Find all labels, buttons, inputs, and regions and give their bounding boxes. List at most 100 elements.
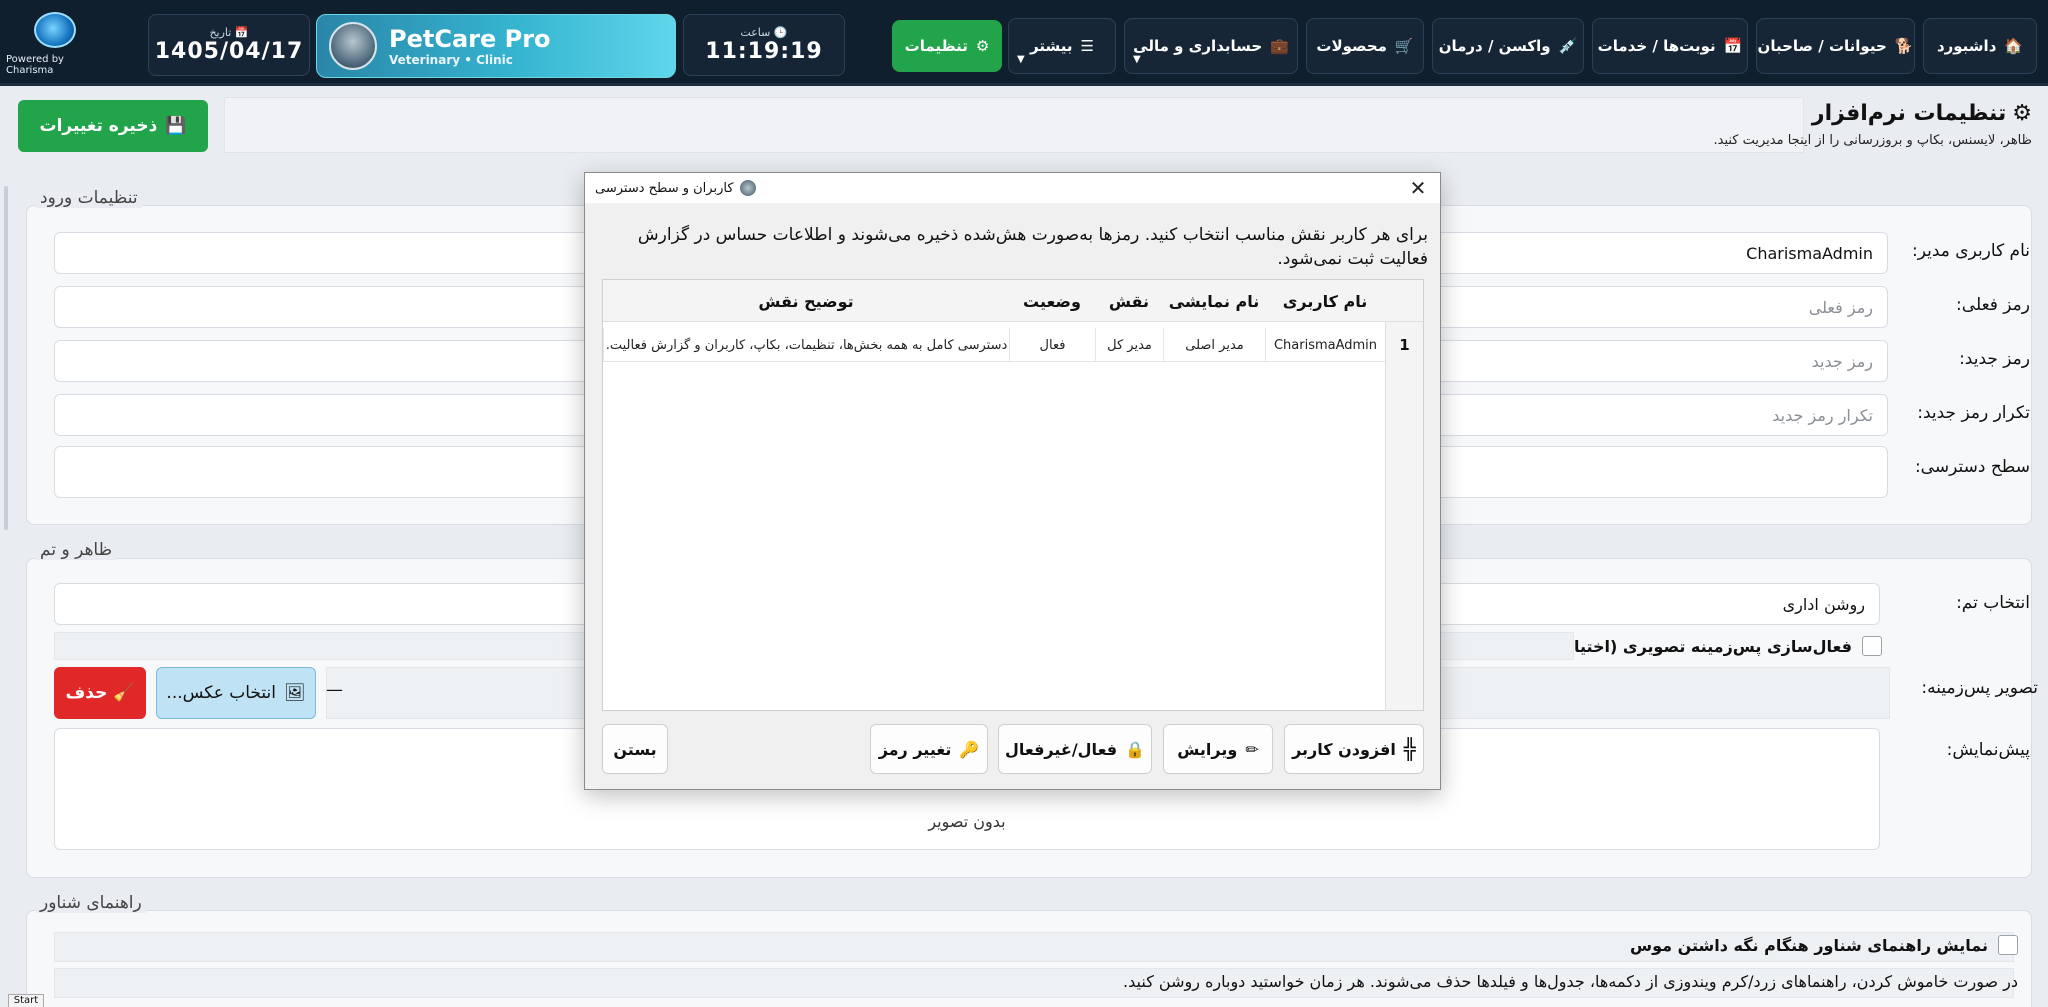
- page-subtitle: ظاهر، لایسنس، بکاپ و بروزرسانی را از این…: [1713, 133, 2033, 148]
- preview-label: پیش‌نمایش:: [1946, 740, 2030, 760]
- nav-label: داشبورد: [1936, 37, 1997, 55]
- calendar-icon: 📅: [1723, 37, 1743, 55]
- nav-appointments[interactable]: 📅 نوبت‌ها / خدمات: [1592, 18, 1748, 74]
- users-table[interactable]: نام کاربری نام نمایشی نقش وضعیت توضیح نق…: [602, 279, 1424, 711]
- change-password-button[interactable]: 🔑 تغییر رمز: [870, 724, 988, 774]
- nav-more[interactable]: ☰ بیشتر ▼: [1008, 18, 1116, 74]
- tooltip-toggle[interactable]: نمایش راهنمای شناور هنگام نگه داشتن موس: [1630, 935, 2018, 955]
- nav-animals-owners[interactable]: 🐕 حیوانات / صاحبان: [1756, 18, 1915, 74]
- row-number: 1: [1385, 328, 1423, 362]
- nav-label: حسابداری و مالی: [1133, 37, 1263, 55]
- bg-image-checkbox[interactable]: [1862, 636, 1882, 656]
- menu-icon: ☰: [1080, 37, 1094, 55]
- close-label: بستن: [613, 739, 657, 759]
- brand-subtitle: Veterinary • Clinic: [389, 53, 513, 67]
- nav-accounting[interactable]: 💼 حسابداری و مالی ▼: [1124, 18, 1298, 74]
- delete-label: حذف: [65, 683, 108, 703]
- preview-empty-text: بدون تصویر: [928, 811, 1006, 831]
- dialog-message: برای هر کاربر نقش مناسب انتخاب کنید. رمز…: [637, 225, 1428, 269]
- users-table-header: نام کاربری نام نمایشی نقش وضعیت توضیح نق…: [603, 280, 1423, 322]
- brand-title: PetCare Pro: [389, 25, 551, 53]
- theme-select-value: روشن اداری: [1782, 594, 1865, 614]
- bg-image-label: تصویر پس‌زمینه:: [1921, 678, 2038, 698]
- header-strip: [224, 97, 1804, 153]
- broom-icon: 🧹: [113, 683, 135, 703]
- close-dialog-button[interactable]: بستن: [602, 724, 668, 774]
- tooltip-toggle-label: نمایش راهنمای شناور هنگام نگه داشتن موس: [1630, 935, 1988, 955]
- key-icon: 🔑: [959, 739, 980, 759]
- tooltip-note: در صورت خاموش کردن، راهنماهای زرد/کرم وی…: [1123, 972, 2018, 991]
- chevron-down-icon: ▼: [1017, 54, 1025, 65]
- app-icon: [739, 180, 756, 196]
- page-scrollbar[interactable]: [4, 186, 8, 530]
- add-user-icon: ╬: [1403, 737, 1416, 761]
- close-icon[interactable]: ✕: [1406, 176, 1430, 200]
- nav-label: بیشتر: [1030, 37, 1073, 55]
- add-user-button[interactable]: ╬ افزودن کاربر: [1284, 724, 1424, 774]
- date-display: 📅 تاریخ 1405/04/17: [148, 14, 310, 76]
- bg-image-value: —: [326, 680, 343, 700]
- col-username[interactable]: نام کاربری: [1265, 280, 1385, 322]
- cell-username: CharismaAdmin: [1265, 328, 1385, 362]
- cell-status: فعال: [1009, 328, 1095, 362]
- row-header-column: [1385, 322, 1423, 710]
- col-display-name[interactable]: نام نمایشی: [1163, 280, 1265, 322]
- repeat-password-label: تکرار رمز جدید:: [1917, 403, 2030, 423]
- theme-legend: ظاهر و تم: [36, 540, 117, 560]
- cart-icon: 🛒: [1394, 37, 1414, 55]
- current-password-label: رمز فعلی:: [1956, 295, 2030, 315]
- table-row[interactable]: 1 CharismaAdmin مدیر اصلی مدیر کل فعال د…: [603, 328, 1423, 362]
- edit-user-button[interactable]: ✏ ویرایش: [1163, 724, 1273, 774]
- nav-products[interactable]: 🛒 محصولات: [1306, 18, 1424, 74]
- nav-label: واکسن / درمان: [1438, 37, 1551, 55]
- pick-image-label: انتخاب عکس...: [166, 683, 276, 703]
- new-password-label: رمز جدید:: [1959, 349, 2030, 369]
- toggle-active-button[interactable]: 🔒 فعال/غیرفعال: [998, 724, 1152, 774]
- clock-display: 🕒 ساعت 11:19:19: [683, 14, 845, 76]
- clock-value: 11:19:19: [705, 39, 823, 64]
- gear-icon: ⚙: [2012, 101, 2032, 126]
- powered-by: Powered by Charisma: [6, 12, 104, 76]
- save-label: ذخیره تغییرات: [39, 116, 158, 136]
- gear-icon: ⚙: [975, 37, 990, 55]
- start-button[interactable]: Start: [8, 994, 44, 1007]
- nav-label: محصولات: [1316, 37, 1387, 55]
- tooltip-legend: راهنمای شناور: [36, 893, 146, 913]
- pencil-icon: ✏: [1245, 739, 1259, 759]
- floppy-disk-icon: 💾: [165, 116, 187, 136]
- clock-icon: 🕒: [770, 26, 788, 39]
- dialog-title: کاربران و سطح دسترسی: [595, 180, 756, 196]
- page-header: ⚙ تنظیمات نرم‌افزار ظاهر، لایسنس، بکاپ و…: [224, 97, 2032, 155]
- save-changes-button[interactable]: 💾 ذخیره تغییرات: [18, 100, 208, 152]
- login-settings-legend: تنظیمات ورود: [36, 188, 142, 208]
- petcare-logo-icon: [329, 22, 377, 70]
- col-role-description[interactable]: توضیح نقش: [603, 280, 1009, 322]
- image-icon: 🖼: [283, 683, 306, 703]
- powered-by-text: Powered by Charisma: [6, 54, 64, 76]
- users-access-dialog: ✕ کاربران و سطح دسترسی برای هر کاربر نقش…: [584, 172, 1441, 790]
- access-level-label: سطح دسترسی:: [1914, 457, 2030, 477]
- brand-banner: PetCare Pro Veterinary • Clinic: [316, 14, 676, 78]
- dog-icon: 🐕: [1894, 37, 1914, 55]
- page-title: ⚙ تنظیمات نرم‌افزار: [1811, 101, 2032, 126]
- theme-select-label: انتخاب تم:: [1956, 593, 2030, 613]
- nav-vaccines[interactable]: 💉 واکسن / درمان: [1432, 18, 1584, 74]
- delete-image-button[interactable]: 🧹 حذف: [54, 667, 146, 719]
- nav-settings[interactable]: ⚙ تنظیمات: [892, 20, 1002, 72]
- tooltip-checkbox[interactable]: [1998, 935, 2018, 955]
- cell-display-name: مدیر اصلی: [1163, 328, 1265, 362]
- admin-username-label: نام کاربری مدیر:: [1911, 241, 2030, 261]
- add-user-label: افزودن کاربر: [1292, 739, 1396, 759]
- chevron-down-icon: ▼: [1133, 54, 1141, 65]
- col-role[interactable]: نقش: [1095, 280, 1163, 322]
- nav-label: حیوانات / صاحبان: [1757, 37, 1887, 55]
- home-icon: 🏠: [2004, 37, 2024, 55]
- nav-dashboard[interactable]: 🏠 داشبورد: [1923, 18, 2037, 74]
- calendar-icon: 📅: [231, 26, 249, 39]
- lock-icon: 🔒: [1125, 739, 1145, 759]
- col-status[interactable]: وضعیت: [1009, 280, 1095, 322]
- change-password-label: تغییر رمز: [878, 739, 952, 759]
- bg-image-toggle[interactable]: فعال‌سازی پس‌زمینه تصویری (اختیاری): [1543, 636, 1882, 656]
- dialog-titlebar: ✕ کاربران و سطح دسترسی: [585, 173, 1440, 203]
- pick-image-button[interactable]: 🖼 انتخاب عکس...: [156, 667, 316, 719]
